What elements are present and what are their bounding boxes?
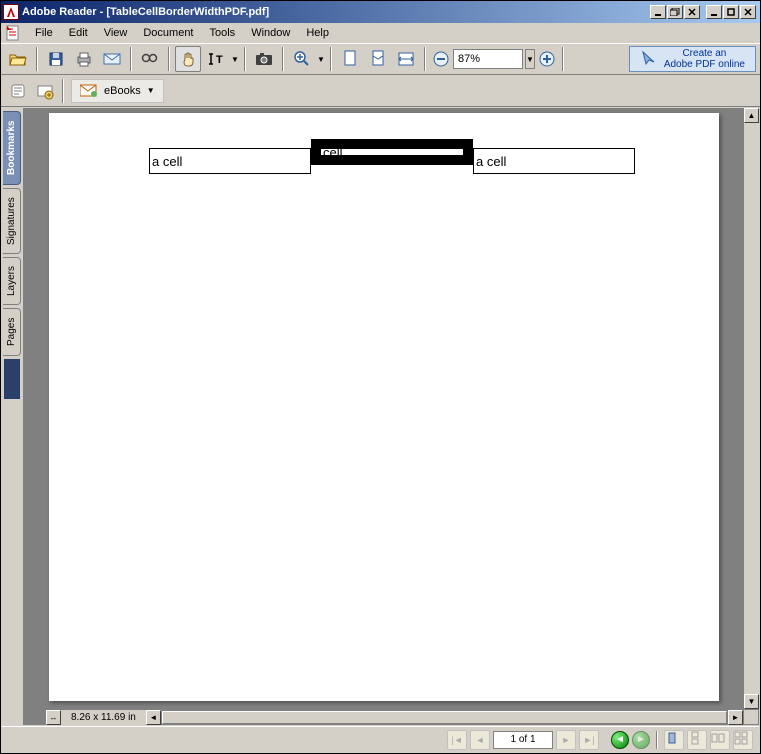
menu-file[interactable]: File: [27, 25, 61, 41]
scroll-corner: [743, 709, 759, 725]
hscroll-left-button[interactable]: ◄: [146, 710, 161, 725]
continuous-facing-button[interactable]: [733, 730, 753, 750]
save-button[interactable]: [43, 46, 69, 72]
panel-grip[interactable]: [4, 359, 20, 399]
facing-button[interactable]: [710, 730, 730, 750]
menu-bar: File Edit View Document Tools Window Hel…: [1, 23, 760, 43]
page-1: a cell cell a cell: [49, 113, 719, 701]
menu-view[interactable]: View: [96, 25, 136, 41]
prev-page-button[interactable]: ◄: [470, 730, 490, 750]
chevron-down-icon: ▼: [147, 86, 155, 95]
maximize-button[interactable]: [723, 5, 739, 19]
navigation-panel: Bookmarks Signatures Layers Pages: [2, 108, 24, 725]
vertical-scrollbar[interactable]: ▲ ▼: [743, 108, 759, 709]
fit-page-button[interactable]: [365, 46, 391, 72]
zoom-out-button[interactable]: [431, 46, 451, 72]
adobe-app-icon: [3, 4, 19, 20]
adobe-link-line2: Adobe PDF online: [664, 59, 745, 70]
zoom-in-button[interactable]: [289, 46, 315, 72]
zoom-dropdown[interactable]: ▼: [317, 55, 325, 64]
hscroll-right-button[interactable]: ►: [728, 710, 743, 725]
next-page-button[interactable]: ►: [556, 730, 576, 750]
envelope-icon: [80, 84, 98, 98]
scroll-down-button[interactable]: ▼: [744, 694, 759, 709]
svg-text:T: T: [216, 54, 223, 66]
tab-layers[interactable]: Layers: [3, 257, 21, 305]
pdf-table: a cell cell a cell: [149, 148, 635, 174]
close-child-button[interactable]: [684, 5, 700, 19]
table-cell-3: a cell: [473, 148, 635, 174]
tab-pages[interactable]: Pages: [3, 308, 21, 356]
main-toolbar: T ▼ ▼ ▼ Create an Adobe PDF online: [1, 43, 760, 75]
window-title: Adobe Reader - [TableCellBorderWidthPDF.…: [22, 6, 269, 18]
ebook-settings-button[interactable]: [35, 78, 55, 104]
tab-bookmarks[interactable]: Bookmarks: [3, 111, 21, 185]
fit-width-button[interactable]: [393, 46, 419, 72]
horizontal-scrollbar[interactable]: [161, 710, 728, 725]
content-area: Bookmarks Signatures Layers Pages a cell…: [2, 108, 759, 725]
table-cell-2: cell: [311, 139, 473, 165]
menu-window[interactable]: Window: [243, 25, 298, 41]
restore-child-button[interactable]: [667, 5, 683, 19]
fit-actual-button[interactable]: [337, 46, 363, 72]
print-button[interactable]: [71, 46, 97, 72]
create-pdf-online-link[interactable]: Create an Adobe PDF online: [629, 46, 756, 72]
tab-signatures[interactable]: Signatures: [3, 188, 21, 254]
snapshot-button[interactable]: [251, 46, 277, 72]
zoom-input[interactable]: [453, 49, 523, 69]
pdf-document-icon: [5, 25, 21, 41]
close-button[interactable]: [740, 5, 756, 19]
title-bar: Adobe Reader - [TableCellBorderWidthPDF.…: [1, 1, 760, 23]
bottom-status-strip: ↔ 8.26 x 11.69 in ◄ ►: [46, 709, 743, 725]
table-cell-1: a cell: [149, 148, 311, 174]
text-select-button[interactable]: T: [203, 46, 229, 72]
hand-tool-button[interactable]: [175, 46, 201, 72]
zoom-plus-button[interactable]: [537, 46, 557, 72]
menu-help[interactable]: Help: [298, 25, 337, 41]
menu-tools[interactable]: Tools: [202, 25, 244, 41]
adobe-link-line1: Create an: [664, 48, 745, 59]
ebooks-button[interactable]: eBooks ▼: [71, 79, 164, 103]
page-number-input[interactable]: [493, 731, 553, 749]
text-select-dropdown[interactable]: ▼: [231, 55, 239, 64]
document-viewport[interactable]: a cell cell a cell ▲ ▼ ↔ 8.26 x 11.69 in…: [24, 108, 759, 725]
menu-document[interactable]: Document: [135, 25, 201, 41]
status-bar: |◄ ◄ ► ►| ◄ ►: [2, 726, 759, 752]
first-page-button[interactable]: |◄: [447, 730, 467, 750]
nav-forward-button[interactable]: ►: [632, 731, 650, 749]
open-button[interactable]: [5, 46, 31, 72]
cursor-icon: [640, 50, 658, 68]
page-dimensions: 8.26 x 11.69 in: [61, 712, 146, 723]
continuous-button[interactable]: [687, 730, 707, 750]
hscroll-size-button[interactable]: ↔: [46, 710, 61, 725]
zoom-value-dropdown[interactable]: ▼: [525, 49, 535, 69]
minimize-button[interactable]: [706, 5, 722, 19]
single-page-button[interactable]: [664, 730, 684, 750]
menu-edit[interactable]: Edit: [61, 25, 96, 41]
last-page-button[interactable]: ►|: [579, 730, 599, 750]
ebook-icon-button[interactable]: [5, 78, 31, 104]
ebooks-label: eBooks: [104, 85, 141, 97]
minimize-child-button[interactable]: [650, 5, 666, 19]
nav-back-button[interactable]: ◄: [611, 731, 629, 749]
search-button[interactable]: [137, 46, 163, 72]
scroll-up-button[interactable]: ▲: [744, 108, 759, 123]
secondary-toolbar: eBooks ▼: [1, 75, 760, 107]
email-button[interactable]: [99, 46, 125, 72]
